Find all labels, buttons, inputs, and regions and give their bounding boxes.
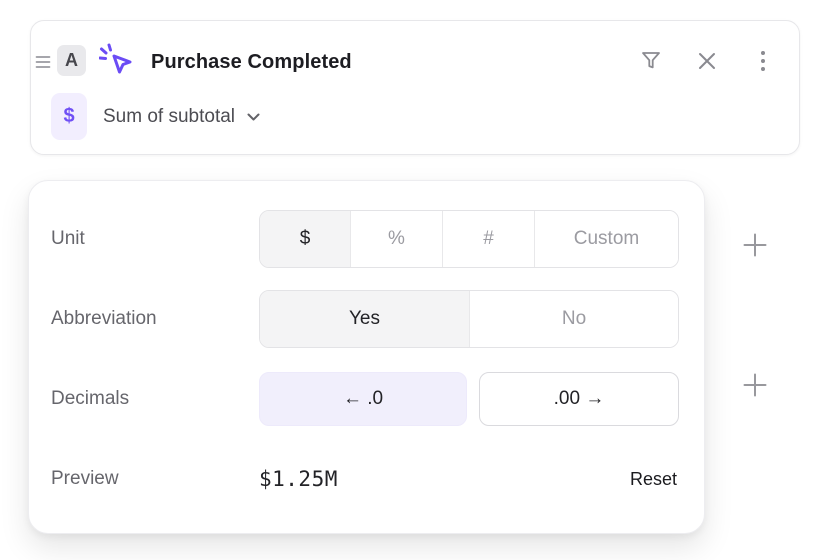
unit-label: Unit bbox=[51, 225, 85, 253]
drag-handle-icon[interactable] bbox=[35, 54, 51, 70]
click-event-icon bbox=[99, 42, 137, 80]
abbreviation-option-no[interactable]: No bbox=[469, 291, 678, 347]
unit-segmented-control: $ % # Custom bbox=[259, 210, 679, 268]
reset-button[interactable]: Reset bbox=[630, 465, 677, 493]
add-item-button-top[interactable] bbox=[737, 227, 773, 263]
filter-button[interactable] bbox=[635, 45, 667, 77]
unit-option-percent[interactable]: % bbox=[350, 211, 442, 267]
plus-icon bbox=[743, 233, 767, 257]
event-title[interactable]: Purchase Completed bbox=[151, 48, 352, 76]
plus-icon bbox=[743, 373, 767, 397]
kebab-menu-icon bbox=[761, 51, 765, 71]
add-item-button-bottom[interactable] bbox=[737, 367, 773, 403]
abbreviation-label: Abbreviation bbox=[51, 305, 157, 333]
metric-row: $ Sum of subtotal bbox=[51, 93, 264, 140]
abbreviation-segmented-control: Yes No bbox=[259, 290, 679, 348]
event-card: A Purchase Completed bbox=[30, 20, 800, 155]
close-button[interactable] bbox=[691, 45, 723, 77]
grip-lines-icon bbox=[35, 54, 51, 70]
decimals-decrease-button[interactable]: ← .0 bbox=[259, 372, 467, 426]
preview-value: $1.25M bbox=[259, 464, 338, 494]
funnel-icon bbox=[639, 49, 663, 73]
event-card-actions bbox=[635, 45, 779, 77]
event-type-badge: A bbox=[57, 45, 86, 76]
metric-dropdown-label: Sum of subtotal bbox=[103, 106, 235, 128]
number-format-panel: Unit $ % # Custom Abbreviation Yes No De… bbox=[28, 180, 705, 534]
more-options-button[interactable] bbox=[747, 45, 779, 77]
unit-option-dollar[interactable]: $ bbox=[260, 211, 350, 267]
decimals-increase-button[interactable]: .00 → bbox=[479, 372, 679, 426]
dollar-metric-icon: $ bbox=[51, 93, 87, 140]
decimals-label: Decimals bbox=[51, 385, 129, 413]
unit-option-number[interactable]: # bbox=[442, 211, 534, 267]
chevron-down-icon bbox=[247, 113, 260, 121]
close-icon bbox=[697, 51, 717, 71]
preview-label: Preview bbox=[51, 465, 119, 493]
abbreviation-option-yes[interactable]: Yes bbox=[260, 291, 469, 347]
metric-dropdown[interactable]: Sum of subtotal bbox=[99, 93, 264, 140]
unit-option-custom[interactable]: Custom bbox=[534, 211, 678, 267]
